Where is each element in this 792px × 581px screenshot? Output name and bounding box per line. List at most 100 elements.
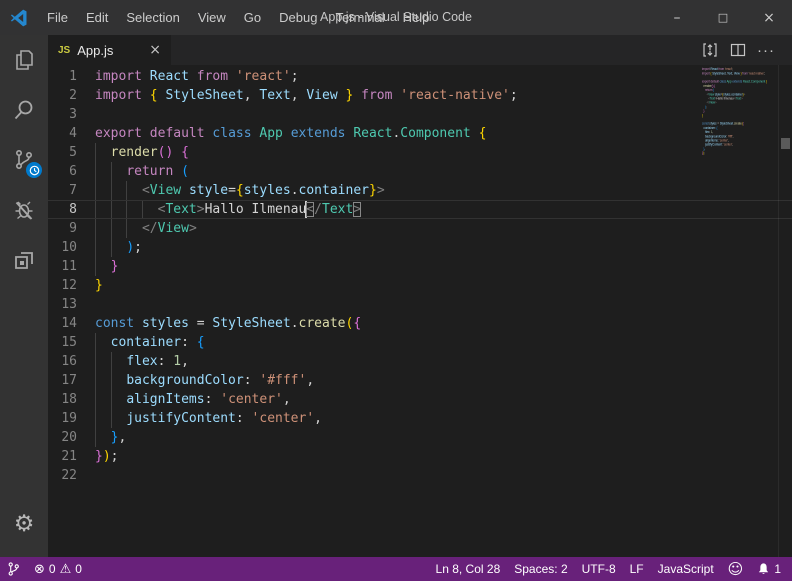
line-number[interactable]: 16: [48, 352, 95, 371]
line-number[interactable]: 17: [48, 371, 95, 390]
code-line[interactable]: 3: [48, 105, 792, 124]
code-line[interactable]: 17 backgroundColor: '#fff',: [48, 371, 792, 390]
line-number[interactable]: 20: [48, 428, 95, 447]
menu-edit[interactable]: Edit: [77, 0, 117, 35]
encoding-indicator[interactable]: UTF-8: [575, 557, 623, 581]
close-icon: ×: [763, 10, 775, 26]
error-count: 0: [49, 562, 56, 576]
minimap[interactable]: 1import React from 'react';2import { Sty…: [702, 67, 778, 507]
search-icon: [12, 98, 36, 122]
tab-appjs[interactable]: JS App.js ×: [48, 35, 171, 65]
split-editor-button[interactable]: [724, 35, 752, 65]
line-number[interactable]: 6: [48, 162, 95, 181]
line-number[interactable]: 7: [48, 181, 95, 200]
open-changes-icon: [702, 42, 718, 58]
settings-gear-button[interactable]: ⚙: [0, 499, 48, 549]
source-control-clock-badge: [26, 162, 42, 178]
line-number[interactable]: 22: [48, 466, 95, 485]
cursor-position-label: Ln 8, Col 28: [436, 562, 501, 576]
menu-view[interactable]: View: [189, 0, 235, 35]
code-line[interactable]: 5 render() {: [48, 143, 792, 162]
tab-close-icon[interactable]: ×: [149, 42, 161, 58]
status-bar-left: ⊗ 0 ⚠ 0: [0, 557, 89, 581]
line-number[interactable]: 18: [48, 390, 95, 409]
maximize-button[interactable]: □: [700, 0, 746, 35]
feedback-smiley-icon: ☺: [728, 560, 744, 578]
more-actions-icon: ···: [757, 42, 775, 59]
bell-icon: [757, 562, 770, 576]
code-line[interactable]: 13: [48, 295, 792, 314]
code-line[interactable]: 16 flex: 1,: [48, 352, 792, 371]
line-number[interactable]: 2: [48, 86, 95, 105]
menu-selection[interactable]: Selection: [117, 0, 188, 35]
git-branch-icon: [7, 561, 20, 577]
vertical-scrollbar[interactable]: [778, 65, 792, 557]
code-editor[interactable]: 1import React from 'react';2import { Sty…: [48, 65, 792, 557]
line-number[interactable]: 8: [48, 201, 95, 218]
notifications-button[interactable]: 1: [750, 557, 788, 581]
indentation-indicator[interactable]: Spaces: 2: [507, 557, 574, 581]
line-number[interactable]: 5: [48, 143, 95, 162]
code-line[interactable]: 8 <Text>Hallo Ilmenau</Text>: [48, 200, 792, 219]
line-number[interactable]: 15: [48, 333, 95, 352]
code-line[interactable]: 6 return (: [48, 162, 792, 181]
menu-debug[interactable]: Debug: [270, 0, 326, 35]
clock-icon: [29, 165, 40, 176]
warning-count: 0: [75, 562, 82, 576]
code-line[interactable]: 9 </View>: [48, 219, 792, 238]
sidebar-item-explorer[interactable]: [0, 35, 48, 85]
line-number[interactable]: 19: [48, 409, 95, 428]
sidebar-item-source-control[interactable]: [0, 135, 48, 185]
menu-file[interactable]: File: [38, 0, 77, 35]
code-line[interactable]: 1import React from 'react';: [48, 67, 792, 86]
line-number[interactable]: 3: [48, 105, 95, 124]
line-number[interactable]: 1: [48, 67, 95, 86]
close-button[interactable]: ×: [746, 0, 792, 35]
sidebar-item-extensions[interactable]: [0, 235, 48, 285]
code-line[interactable]: 4export default class App extends React.…: [48, 124, 792, 143]
line-number[interactable]: 12: [48, 276, 95, 295]
vscode-window: File Edit Selection View Go Debug Termin…: [0, 0, 792, 581]
code-line[interactable]: 10 );: [48, 238, 792, 257]
eol-label: LF: [630, 562, 644, 576]
minimize-button[interactable]: –: [654, 0, 700, 35]
minimap-content: 1import React from 'react';2import { Sty…: [702, 67, 778, 159]
sidebar-item-search[interactable]: [0, 85, 48, 135]
line-number[interactable]: 21: [48, 447, 95, 466]
code-line[interactable]: 2import { StyleSheet, Text, View } from …: [48, 86, 792, 105]
code-line[interactable]: 15 container: {: [48, 333, 792, 352]
eol-indicator[interactable]: LF: [623, 557, 651, 581]
explorer-icon: [12, 48, 36, 72]
debug-icon: [12, 198, 36, 222]
code-line[interactable]: 22: [48, 466, 792, 485]
git-branch-indicator[interactable]: [0, 557, 27, 581]
feedback-button[interactable]: ☺: [721, 557, 751, 581]
code-line[interactable]: 7 <View style={styles.container}>: [48, 181, 792, 200]
line-number[interactable]: 11: [48, 257, 95, 276]
open-changes-button[interactable]: [696, 35, 724, 65]
line-number[interactable]: 9: [48, 219, 95, 238]
code-line[interactable]: 14const styles = StyleSheet.create({: [48, 314, 792, 333]
line-number[interactable]: 4: [48, 124, 95, 143]
code-line[interactable]: 12}: [48, 276, 792, 295]
line-number[interactable]: 14: [48, 314, 95, 333]
problems-indicator[interactable]: ⊗ 0 ⚠ 0: [27, 557, 89, 581]
cursor-position-indicator[interactable]: Ln 8, Col 28: [429, 557, 508, 581]
menu-go[interactable]: Go: [235, 0, 270, 35]
activity-bar: ⚙: [0, 35, 48, 557]
code-line[interactable]: 11 }: [48, 257, 792, 276]
language-mode-indicator[interactable]: JavaScript: [651, 557, 721, 581]
code-line[interactable]: 20 },: [48, 428, 792, 447]
code-line[interactable]: 18 alignItems: 'center',: [48, 390, 792, 409]
code-line[interactable]: 19 justifyContent: 'center',: [48, 409, 792, 428]
minimize-icon: –: [674, 10, 681, 26]
status-bar-right: Ln 8, Col 28 Spaces: 2 UTF-8 LF JavaScri…: [429, 557, 792, 581]
sidebar-item-debug[interactable]: [0, 185, 48, 235]
line-number[interactable]: 13: [48, 295, 95, 314]
more-actions-button[interactable]: ···: [752, 35, 780, 65]
editor-actions: ···: [696, 35, 792, 65]
line-number[interactable]: 10: [48, 238, 95, 257]
tab-label: App.js: [77, 43, 143, 58]
code-line[interactable]: 21});: [48, 447, 792, 466]
indentation-label: Spaces: 2: [514, 562, 567, 576]
